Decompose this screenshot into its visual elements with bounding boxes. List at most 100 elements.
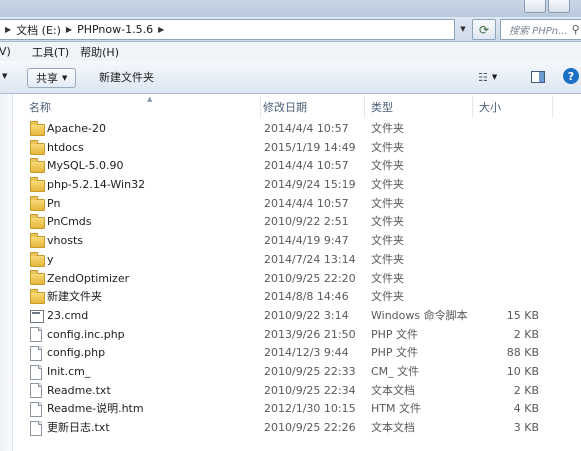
window-button[interactable] <box>548 0 570 13</box>
breadcrumb-folder[interactable]: PHPnow-1.5.6 <box>77 23 153 36</box>
column-header-name[interactable]: 名称 ▲ <box>23 95 261 118</box>
file-date: 2010/9/22 2:51 <box>264 215 349 229</box>
file-name: config.inc.php <box>47 327 125 341</box>
column-header-date[interactable]: 修改日期 <box>257 96 365 118</box>
preview-pane-button[interactable] <box>530 68 546 86</box>
file-row[interactable]: config.inc.php 2013/9/26 21:50 PHP 文件 2 KB <box>13 326 581 345</box>
file-size <box>453 176 539 195</box>
file-row[interactable]: MySQL-5.0.90 2014/4/4 10:57 文件夹 <box>13 157 581 176</box>
file-type: 文件夹 <box>371 215 404 229</box>
column-header-row: 名称 ▲ 修改日期 类型 大小 <box>13 95 581 118</box>
file-row[interactable]: PnCmds 2010/9/22 2:51 文件夹 <box>13 213 581 232</box>
file-row[interactable]: php-5.2.14-Win32 2014/9/24 15:19 文件夹 <box>13 176 581 195</box>
file-name: Readme.txt <box>47 383 111 397</box>
file-name: vhosts <box>47 234 83 248</box>
share-button[interactable]: 共享 ▼ <box>27 68 77 88</box>
file-row[interactable]: Readme.txt 2010/9/25 22:34 文本文档 2 KB <box>13 382 581 401</box>
file-size: 3 KB <box>513 421 539 434</box>
file-name: PnCmds <box>47 215 92 229</box>
column-date-label: 修改日期 <box>263 101 307 114</box>
folder-icon <box>30 251 46 270</box>
organize-dropdown-icon[interactable]: ▼ <box>2 72 7 80</box>
search-placeholder: 搜索 PHPn... <box>509 26 568 37</box>
new-folder-button[interactable]: 新建文件夹 <box>99 68 154 86</box>
window-button[interactable] <box>524 0 546 13</box>
file-size <box>453 213 539 232</box>
breadcrumb-arrow-icon[interactable]: ▶ <box>5 25 11 34</box>
menu-help[interactable]: 帮助(H) <box>80 44 119 60</box>
file-type: CM_ 文件 <box>371 364 420 378</box>
file-row[interactable]: Apache-20 2014/4/4 10:57 文件夹 <box>13 120 581 139</box>
file-row[interactable]: Init.cm_ 2010/9/25 22:33 CM_ 文件 10 KB <box>13 363 581 382</box>
file-name: 23.cmd <box>47 308 89 322</box>
file-name: MySQL-5.0.90 <box>47 159 124 173</box>
file-size: 2 KB <box>513 383 539 397</box>
folder-icon <box>30 176 46 195</box>
file-name: 新建文件夹 <box>47 290 102 304</box>
sort-arrow-icon: ▲ <box>147 95 153 103</box>
breadcrumb-drive[interactable]: 文档 (E:) <box>16 22 61 38</box>
file-type: PHP 文件 <box>371 327 419 341</box>
file-row[interactable]: vhosts 2014/4/19 9:47 文件夹 <box>13 232 581 251</box>
column-header-type[interactable]: 类型 <box>365 96 473 118</box>
command-bar: ▼ 共享 ▼ 新建文件夹 ☷ ▼ ? <box>0 61 581 94</box>
file-size <box>453 120 539 139</box>
file-row[interactable]: 新建文件夹 2014/8/8 14:46 文件夹 <box>13 288 581 307</box>
folder-icon <box>30 270 46 289</box>
folder-icon <box>30 288 46 307</box>
column-header-size[interactable]: 大小 <box>473 96 553 118</box>
file-name: Pn <box>47 196 61 210</box>
file-row[interactable]: Pn 2014/4/4 10:57 文件夹 <box>13 195 581 214</box>
file-type: 文件夹 <box>371 159 404 173</box>
chevron-down-icon: ▼ <box>491 73 498 81</box>
navigation-pane-edge[interactable] <box>0 94 13 451</box>
file-size <box>453 157 539 176</box>
file-date: 2014/4/4 10:57 <box>264 196 349 210</box>
address-bar[interactable]: ▶ 文档 (E:) ▶ PHPnow-1.5.6 ▶ <box>0 19 455 40</box>
file-name: Apache-20 <box>47 122 107 135</box>
file-row[interactable]: y 2014/7/24 13:14 文件夹 <box>13 251 581 270</box>
file-type: 文件夹 <box>371 271 404 285</box>
file-date: 2013/9/26 21:50 <box>264 327 356 341</box>
help-icon: ? <box>567 69 575 83</box>
file-row[interactable]: htdocs 2015/1/19 14:49 文件夹 <box>13 139 581 158</box>
file-size <box>453 232 539 251</box>
file-size <box>453 251 539 270</box>
file-type: 文件夹 <box>371 178 404 192</box>
chevron-down-icon: ▼ <box>62 74 68 82</box>
view-options-button[interactable]: ☷ ▼ <box>478 68 497 86</box>
folder-icon <box>30 139 46 158</box>
window-title-bar <box>0 0 581 17</box>
search-input[interactable]: 搜索 PHPn... ⚲ <box>500 19 581 40</box>
file-row[interactable]: config.php 2014/12/3 9:44 PHP 文件 88 KB <box>13 344 581 363</box>
file-date: 2012/1/30 10:15 <box>264 402 356 416</box>
breadcrumb-arrow-icon[interactable]: ▶ <box>158 25 164 34</box>
menu-tools[interactable]: 工具(T) <box>32 44 69 60</box>
file-date: 2014/4/4 10:57 <box>264 122 349 135</box>
file-date: 2010/9/25 22:34 <box>264 383 356 397</box>
file-size: 15 KB <box>506 308 539 322</box>
file-date: 2014/9/24 15:19 <box>264 178 356 192</box>
file-row[interactable]: Readme-说明.htm 2012/1/30 10:15 HTM 文件 4 KB <box>13 400 581 419</box>
refresh-button[interactable]: ⟳ <box>472 19 496 40</box>
file-type: PHP 文件 <box>371 346 419 360</box>
folder-icon <box>30 157 46 176</box>
folder-icon <box>30 213 46 232</box>
file-icon <box>30 344 46 363</box>
file-type: 文件夹 <box>371 234 404 248</box>
help-button[interactable]: ? <box>563 68 579 84</box>
file-type: 文件夹 <box>371 290 404 304</box>
folder-icon <box>30 195 46 214</box>
file-name: Init.cm_ <box>47 364 91 378</box>
file-date: 2010/9/25 22:26 <box>264 421 356 434</box>
file-row[interactable]: 更新日志.txt 2010/9/25 22:26 文本文档 3 KB <box>13 419 581 438</box>
file-date: 2014/4/4 10:57 <box>264 159 349 173</box>
menu-view[interactable]: V) <box>0 45 11 58</box>
breadcrumb-arrow-icon[interactable]: ▶ <box>66 25 72 34</box>
address-dropdown-icon[interactable]: ▼ <box>456 20 470 37</box>
folder-icon <box>30 232 46 251</box>
file-row[interactable]: ZendOptimizer 2010/9/25 22:20 文件夹 <box>13 270 581 289</box>
file-icon <box>30 382 46 401</box>
file-icon <box>30 326 46 345</box>
file-row[interactable]: 23.cmd 2010/9/22 3:14 Windows 命令脚本 15 KB <box>13 307 581 326</box>
